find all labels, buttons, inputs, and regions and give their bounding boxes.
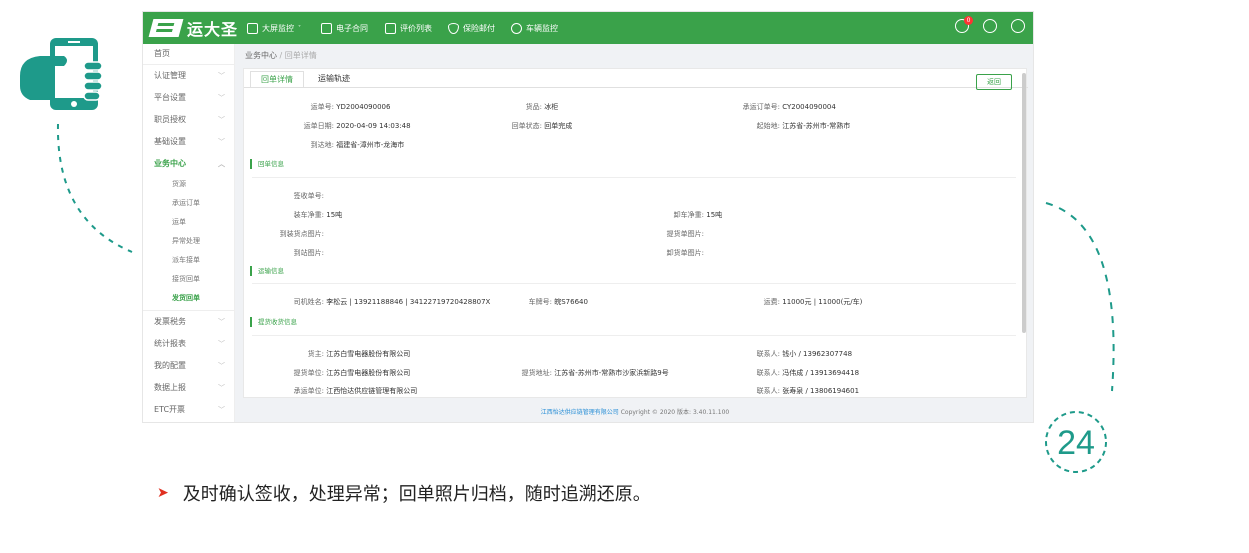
- power-icon[interactable]: [1011, 19, 1025, 33]
- section-transport-info: 运输信息: [250, 266, 284, 276]
- sidebar-item-basic[interactable]: 基础设置 ﹀: [143, 132, 235, 152]
- tab-receipt-detail[interactable]: 回单详情: [250, 71, 304, 87]
- field-arrive-image: 到站图片:: [293, 249, 324, 257]
- clock-24-icon: 24: [1036, 404, 1116, 476]
- sidebar-item-stats[interactable]: 统计报表 ﹀: [143, 334, 235, 354]
- tab-transport-track[interactable]: 运输轨迹: [308, 71, 360, 87]
- sidebar-sub-dispatch[interactable]: 派车接单: [143, 251, 235, 269]
- breadcrumb-current: 回单详情: [284, 51, 317, 60]
- dashboard-icon: [247, 22, 258, 34]
- top-nav-bar: 运大圣 大屏监控 ˅ 电子合同 评价列表 保险邮付 车辆监控 0: [143, 12, 1033, 44]
- brand-logo[interactable]: 运大圣: [148, 17, 239, 39]
- chevron-down-icon: ﹀: [218, 116, 225, 124]
- caption-text: 及时确认签收，处理异常；回单照片归档，随时追溯还原。: [182, 484, 651, 505]
- field-sign-no: 签收单号:: [293, 192, 324, 200]
- location-icon: [511, 22, 522, 34]
- chevron-up-icon: ︿: [218, 160, 225, 168]
- field-destination: 到达地: 福建省-漳州市-龙海市: [310, 141, 405, 149]
- sidebar-sub-exception[interactable]: 异常处理: [143, 232, 235, 250]
- chevron-down-icon: ﹀: [218, 384, 225, 392]
- sidebar-item-invoice[interactable]: 发票税务 ﹀: [143, 312, 235, 332]
- field-plate: 车牌号: 皖S76640: [528, 298, 588, 306]
- footer: 江西怡达供应链管理有限公司 Copyright © 2020 版本: 3.40.…: [243, 406, 1027, 420]
- field-shipper: 货主: 江苏白雪电器股份有限公司: [307, 350, 411, 358]
- field-waybill-no: 运单号: YD2004090006: [310, 103, 391, 111]
- field-origin: 起始地: 江苏省-苏州市-常熟市: [756, 122, 851, 130]
- field-pickup-image: 提货单图片:: [666, 230, 704, 238]
- chevron-down-icon: ﹀: [218, 406, 225, 414]
- sidebar-sub-receive[interactable]: 接货回单: [143, 270, 235, 288]
- sidebar-item-home[interactable]: 首页: [143, 44, 235, 64]
- nav-dashboard[interactable]: 大屏监控 ˅: [247, 12, 301, 44]
- sidebar-sub-goods[interactable]: 货源: [143, 175, 235, 193]
- nav-reviews[interactable]: 评价列表: [385, 12, 432, 44]
- clock-number: 24: [1057, 424, 1095, 462]
- field-pickup-address: 提货地址: 江苏省-苏州市-常熟市沙家浜新路9号: [521, 369, 669, 377]
- sidebar-sub-waybill[interactable]: 运单: [143, 213, 235, 231]
- field-receipt-status: 回单状态: 回单完成: [511, 122, 573, 130]
- sidebar-item-config[interactable]: 我的配置 ﹀: [143, 356, 235, 376]
- field-driver: 司机姓名: 李松云 | 13921188846 | 34122719720428…: [293, 298, 491, 306]
- sidebar-item-auth[interactable]: 认证管理 ﹀: [143, 66, 235, 86]
- breadcrumb-root[interactable]: 业务中心: [245, 51, 277, 60]
- caption: ➤ 及时确认签收，处理异常；回单照片归档，随时追溯还原。: [157, 480, 651, 506]
- sidebar: 首页 认证管理 ﹀ 平台设置 ﹀ 职员授权 ﹀ 基础设置 ﹀ 业务中心 ︿ 货源 承运订单…: [143, 44, 235, 422]
- sidebar-item-platform[interactable]: 平台设置 ﹀: [143, 88, 235, 108]
- field-contact1: 联系人: 钱小 / 13962307748: [756, 350, 853, 358]
- field-carrier: 承运单位: 江西怡达供应链管理有限公司: [293, 387, 418, 395]
- chevron-down-icon: ﹀: [218, 362, 225, 370]
- message-icon[interactable]: 0: [955, 16, 973, 33]
- phone-hand-icon: [18, 36, 110, 116]
- footer-copyright: Copyright © 2020 版本: 3.40.11.100: [618, 409, 730, 416]
- detail-panel: 回单详情 运输轨迹 返回 运单号: YD2004090006 货品: 冰柜 承运…: [243, 68, 1028, 398]
- dashed-curve-right: [1040, 195, 1130, 395]
- breadcrumb: 业务中心 / 回单详情: [245, 51, 317, 60]
- logo-mark-icon: [148, 19, 184, 37]
- section-receipt-info: 回单信息: [250, 159, 284, 169]
- dashed-curve-left: [50, 120, 140, 260]
- sidebar-item-report[interactable]: 数据上报 ﹀: [143, 378, 235, 398]
- shield-icon: [448, 22, 459, 34]
- chevron-down-icon: ﹀: [218, 340, 225, 348]
- field-waybill-date: 运单日期: 2020-04-09 14:03:48: [303, 122, 411, 130]
- nav-insurance[interactable]: 保险邮付: [448, 12, 495, 44]
- chevron-down-icon: ﹀: [218, 72, 225, 80]
- field-contact3: 联系人: 张寿泉 / 13806194601: [756, 387, 860, 395]
- field-pickup-unit: 提货单位: 江苏白雪电器股份有限公司: [293, 369, 411, 377]
- top-right-icons: 0: [955, 16, 1025, 33]
- field-unload-weight: 卸车净重: 15吨: [673, 211, 723, 219]
- field-unload-image: 卸货单图片:: [666, 249, 704, 257]
- sidebar-sub-orders[interactable]: 承运订单: [143, 194, 235, 212]
- chevron-down-icon: ﹀: [218, 318, 225, 326]
- back-button[interactable]: 返回: [976, 74, 1012, 90]
- nav-vehicle[interactable]: 车辆监控: [511, 12, 558, 44]
- field-load-weight: 装车净重: 15吨: [293, 211, 343, 219]
- field-contact2: 联系人: 冯伟成 / 13913694418: [756, 369, 860, 377]
- app-window: 运大圣 大屏监控 ˅ 电子合同 评价列表 保险邮付 车辆监控 0 首页 认证管理 ﹀…: [142, 11, 1034, 423]
- nav-contract[interactable]: 电子合同: [321, 12, 368, 44]
- sidebar-sub-ship-receipt[interactable]: 发货回单: [143, 289, 235, 307]
- field-fee: 运费: 11000元 | 11000(元/车): [763, 298, 863, 306]
- field-order-no: 承运订单号: CY2004090004: [742, 103, 836, 111]
- sidebar-item-business[interactable]: 业务中心 ︿: [143, 154, 235, 174]
- chevron-down-icon: ﹀: [218, 94, 225, 102]
- field-goods: 货品: 冰柜: [525, 103, 559, 111]
- contract-icon: [321, 22, 332, 34]
- footer-company[interactable]: 江西怡达供应链管理有限公司: [541, 409, 619, 416]
- sidebar-item-staff[interactable]: 职员授权 ﹀: [143, 110, 235, 130]
- notification-badge: 0: [964, 16, 973, 25]
- brand-name: 运大圣: [187, 20, 239, 39]
- edit-icon: [385, 22, 396, 34]
- field-load-image: 到装货点图片:: [279, 230, 324, 238]
- user-icon[interactable]: [983, 19, 997, 33]
- chevron-down-icon: ﹀: [218, 138, 225, 146]
- section-party-info: 提货收货信息: [250, 317, 297, 327]
- sidebar-item-etc[interactable]: ETC开票 ﹀: [143, 400, 235, 420]
- scrollbar[interactable]: [1022, 73, 1026, 333]
- arrow-right-icon: ➤: [157, 485, 169, 501]
